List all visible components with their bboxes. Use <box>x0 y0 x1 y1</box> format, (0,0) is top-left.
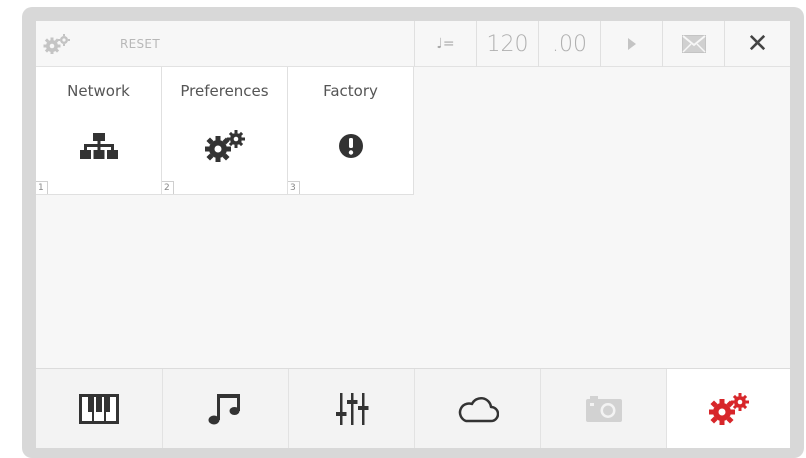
tempo-note-label: ♩= <box>414 21 476 67</box>
tempo-bpm-value[interactable]: 120 <box>476 21 538 67</box>
nav-cloud-button[interactable] <box>414 369 540 448</box>
nav-mixer-button[interactable] <box>288 369 414 448</box>
mixer-sliders-icon <box>335 393 368 425</box>
nav-keyboard-button[interactable] <box>36 369 162 448</box>
piano-keys-icon <box>79 394 119 424</box>
bottom-nav <box>36 368 790 448</box>
network-icon <box>36 129 161 163</box>
play-icon <box>627 38 636 50</box>
tile-label: Network <box>67 82 130 100</box>
tile-label: Preferences <box>180 82 269 100</box>
top-bar: RESET ♩= 120 .00 ✕ <box>36 21 790 67</box>
nav-music-button[interactable] <box>162 369 288 448</box>
tile-number: 1 <box>36 181 48 194</box>
settings-gears-icon <box>708 393 749 425</box>
reset-button[interactable]: RESET <box>78 21 414 67</box>
play-button[interactable] <box>600 21 662 67</box>
camera-icon <box>585 396 622 422</box>
nav-settings-button[interactable] <box>666 369 790 448</box>
music-notes-icon <box>208 394 240 425</box>
gears-icon <box>162 129 287 163</box>
tile-network[interactable]: Network 1 <box>36 67 162 195</box>
screen: RESET ♩= 120 .00 ✕ Network 1 Preferences… <box>36 21 790 448</box>
tile-label: Factory <box>323 82 378 100</box>
envelope-icon <box>681 35 706 53</box>
tile-number: 3 <box>288 181 300 194</box>
tile-preferences[interactable]: Preferences 2 <box>162 67 288 195</box>
settings-gears-small-icon <box>36 21 78 67</box>
tile-number: 2 <box>162 181 174 194</box>
exclamation-icon <box>288 129 413 163</box>
tile-factory[interactable]: Factory 3 <box>288 67 414 195</box>
nav-camera-button[interactable] <box>540 369 666 448</box>
close-button[interactable]: ✕ <box>724 21 790 67</box>
tempo-fraction-value[interactable]: .00 <box>538 21 600 67</box>
cloud-icon <box>458 397 499 423</box>
mail-button[interactable] <box>662 21 724 67</box>
